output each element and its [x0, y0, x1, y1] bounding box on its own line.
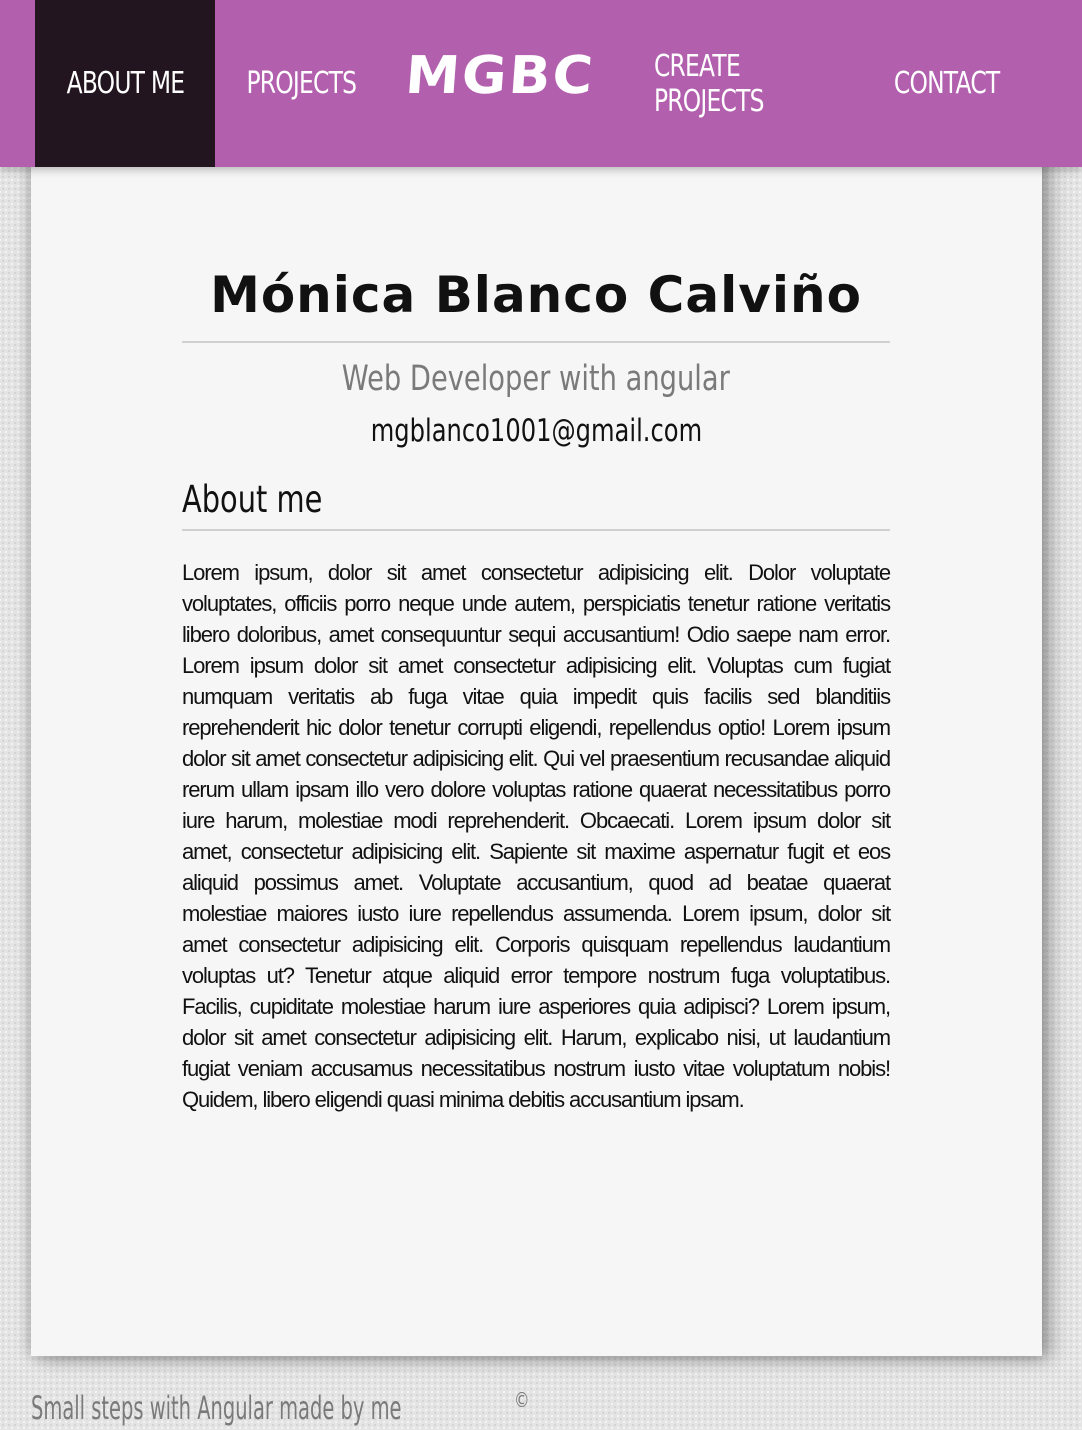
about-heading: About me	[182, 475, 890, 525]
footer-text: Small steps with Angular made by me	[31, 1388, 402, 1427]
nav-projects[interactable]: PROJECTS	[230, 0, 372, 167]
nav-projects-label: PROJECTS	[246, 66, 357, 101]
nav-create-projects[interactable]: CREATE PROJECTS	[630, 0, 848, 167]
profile-card: Mónica Blanco Calviño Web Developer with…	[31, 150, 1042, 1356]
about-heading-text: About me	[182, 478, 323, 521]
profile-role: Web Developer with angular	[182, 357, 890, 401]
copyright-symbol: ©	[513, 1388, 530, 1412]
site-logo-text: MGBC	[403, 45, 597, 106]
main-navbar: ABOUT ME PROJECTS MGBC CREATE PROJECTS C…	[0, 0, 1082, 167]
nav-contact-label: CONTACT	[894, 66, 1000, 101]
profile-role-text: Web Developer with angular	[341, 359, 731, 399]
nav-contact[interactable]: CONTACT	[880, 0, 1014, 167]
about-divider	[182, 529, 890, 531]
name-divider	[182, 341, 890, 343]
site-logo[interactable]: MGBC	[403, 0, 597, 159]
footer-content: Small steps with Angular made by me ©	[31, 1378, 530, 1430]
profile-email[interactable]: mgblanco1001@gmail.com	[182, 409, 890, 453]
profile-content: Mónica Blanco Calviño Web Developer with…	[182, 260, 891, 1137]
profile-email-text: mgblanco1001@gmail.com	[370, 413, 702, 449]
nav-about-me-label: ABOUT ME	[66, 66, 184, 101]
nav-create-projects-label: CREATE PROJECTS	[653, 48, 765, 119]
about-paragraph: Lorem ipsum, dolor sit amet consectetur …	[182, 560, 891, 1112]
profile-name: Mónica Blanco Calviño	[210, 266, 862, 324]
nav-about-me[interactable]: ABOUT ME	[35, 0, 215, 167]
page-footer: Small steps with Angular made by me ©	[31, 1378, 670, 1427]
